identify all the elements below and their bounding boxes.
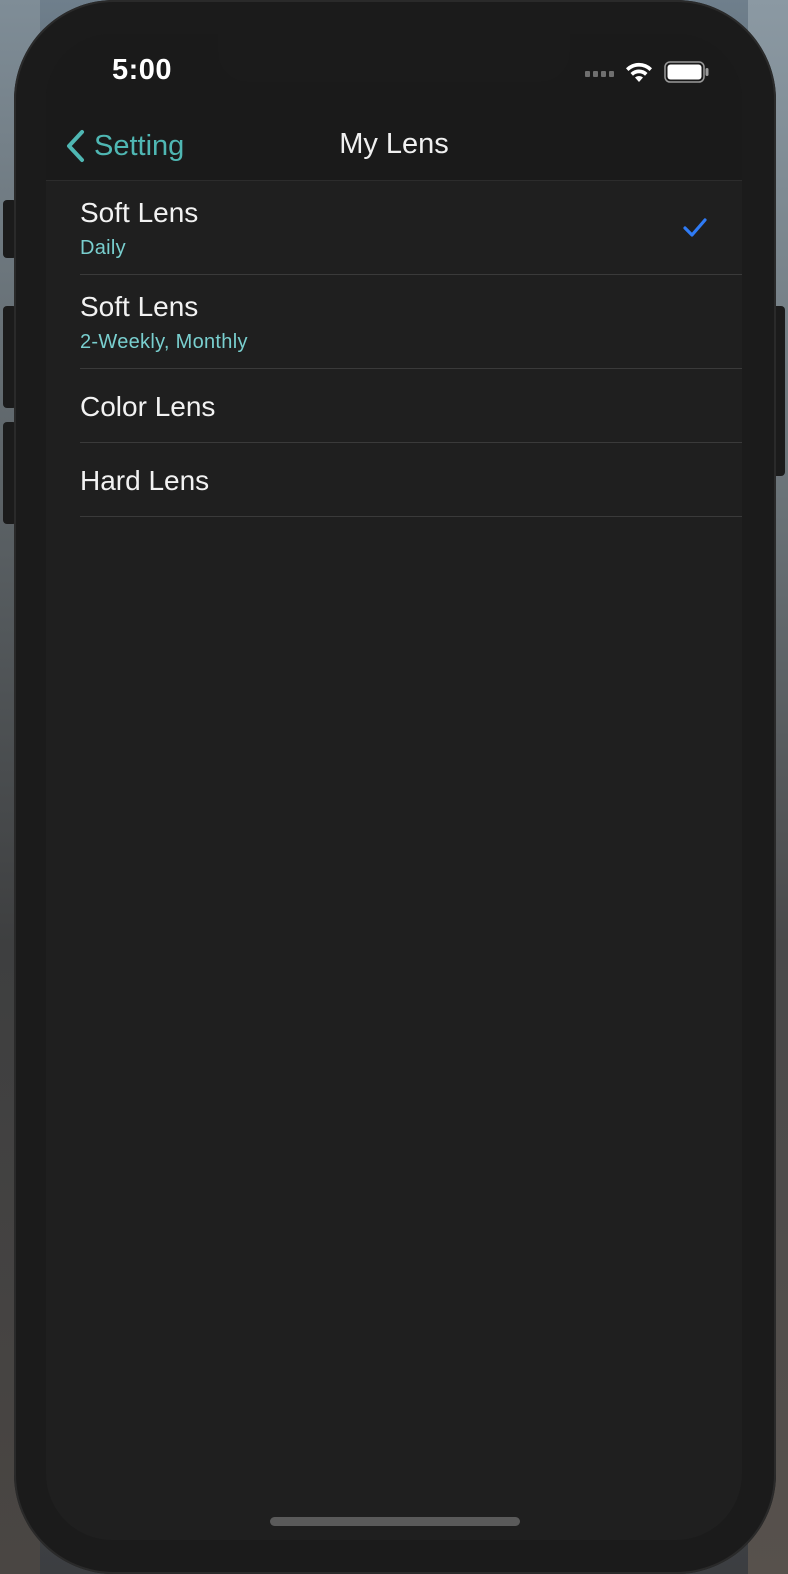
battery-icon [664,61,709,83]
lens-option-subtitle: 2-Weekly, Monthly [80,331,248,353]
lens-type-list: Soft Lens Daily Soft Lens 2-Weekly, Mont… [46,181,742,517]
device-notch [218,34,570,82]
page-title: My Lens [339,128,449,160]
navigation-bar: Setting My Lens [46,114,742,181]
lens-option-soft-weekly-monthly[interactable]: Soft Lens 2-Weekly, Monthly [80,275,742,369]
status-time: 5:00 [112,54,173,86]
lens-option-color[interactable]: Color Lens [80,369,742,443]
lens-option-title: Hard Lens [80,465,210,496]
lens-option-hard[interactable]: Hard Lens [80,443,742,517]
phone-frame: 5:00 Setting My Lens Soft Lens Daily Sof… [14,0,776,1574]
lens-option-soft-daily[interactable]: Soft Lens Daily [80,181,742,275]
screen: 5:00 Setting My Lens Soft Lens Daily Sof… [46,34,742,1540]
checkmark-icon [683,218,707,237]
lens-option-title: Soft Lens [80,291,199,322]
lens-option-title: Color Lens [80,391,216,422]
home-indicator[interactable] [270,1517,520,1526]
cellular-signal-icon [585,67,614,77]
lens-option-title: Soft Lens [80,197,199,228]
wifi-icon [626,62,652,82]
status-icons [585,60,710,84]
lens-option-subtitle: Daily [80,237,126,259]
